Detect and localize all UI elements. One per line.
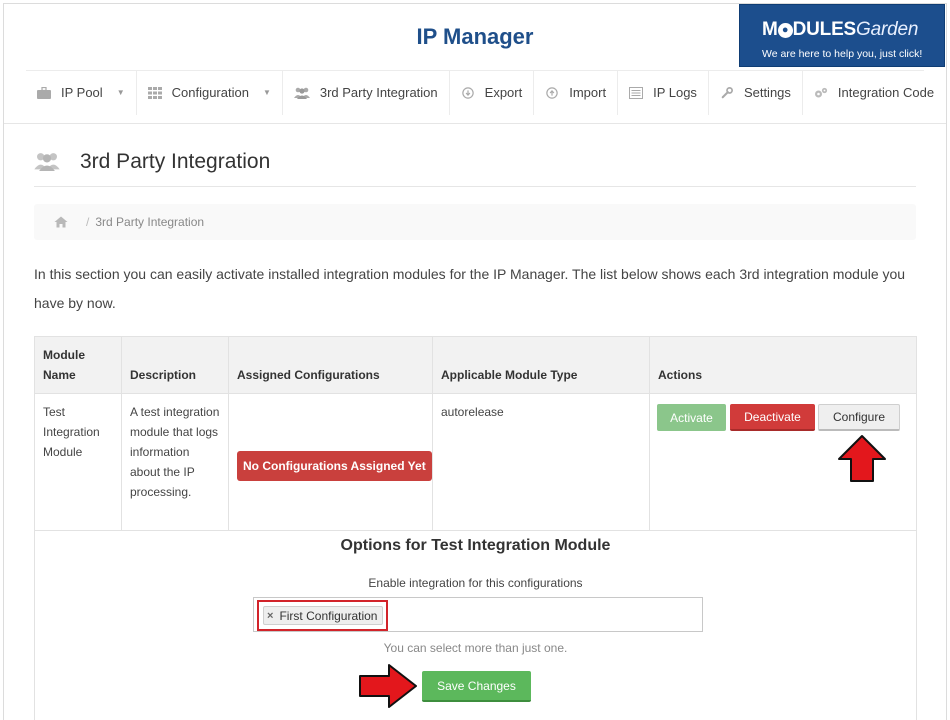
nav-item-export[interactable]: Export [450,70,535,115]
activate-button[interactable]: Activate [657,404,726,431]
nav-item-ip-pool[interactable]: IP Pool ▼ [26,70,137,115]
breadcrumb-separator: / [86,215,90,229]
logo-tagline: We are here to help you, just click! [762,48,923,60]
options-help-text: You can select more than just one. [383,641,568,655]
app-frame: IP Manager M ● DULESGarden We are here to … [3,3,947,720]
nav-item-ip-logs[interactable]: IP Logs [618,70,709,115]
logo-wordmark: M ● DULESGarden [762,19,918,41]
nav-item-configuration[interactable]: Configuration ▼ [137,70,283,115]
logo-word-garden: Garden [856,19,919,40]
module-name-cell: Test Integration Module [35,394,122,531]
logo-globe-icon: ● [777,23,793,38]
col-actions: Actions [658,368,703,382]
configurations-multiselect[interactable]: × First Configuration [253,597,703,632]
logo-word-dules: DULES [792,19,857,40]
integration-table: Module Name Description Assigned Configur… [34,336,917,720]
nav-label: Integration Code [837,85,935,100]
page-header: 3rd Party Integration [34,144,916,187]
nav-label: 3rd Party Integration [319,85,438,100]
col-module-name: Module Name [35,337,122,394]
nav-label: Import [569,85,607,100]
module-type-cell: autorelease [433,394,650,531]
table-header: Module Name Description Assigned Configur… [35,337,916,394]
nav-label: Configuration [171,85,249,100]
wrench-icon [721,86,733,98]
modulesgarden-logo[interactable]: M ● DULESGarden We are here to help you, j… [739,4,945,67]
save-changes-button[interactable]: Save Changes [422,671,531,702]
highlight-box: × First Configuration [257,600,388,631]
arrow-right-annotation-icon [359,664,417,708]
home-icon[interactable] [54,216,68,228]
chevron-down-icon: ▼ [116,88,125,97]
grid-icon [147,86,162,99]
col-applicable-module-type: Applicable Module Type [433,337,650,394]
nav-item-integration-code[interactable]: Integration Code [803,71,945,115]
arrow-up-annotation-icon [838,435,886,482]
export-icon [461,86,474,99]
header: IP Manager M ● DULESGarden We are here to … [4,4,946,124]
users-icon [34,153,60,171]
configure-button[interactable]: Configure [818,404,900,431]
options-panel: Options for Test Integration Module Enab… [35,532,916,720]
page-title: 3rd Party Integration [80,150,271,173]
options-field-label: Enable integration for this configuratio… [368,576,583,590]
breadcrumb: / 3rd Party Integration [34,204,916,240]
col-module-name-line2: Name [43,368,76,382]
breadcrumb-current: 3rd Party Integration [95,215,205,229]
logo-letter-m: M [762,19,778,40]
col-module-name-line1: Module [43,348,85,362]
col-description: Description [122,337,229,394]
nav-item-3rd-party-integration[interactable]: 3rd Party Integration [283,70,450,115]
description-cell: A test integration module that logs info… [122,394,229,531]
nav-label: IP Pool [61,85,103,100]
selected-configuration-tag[interactable]: × First Configuration [263,606,384,625]
remove-tag-icon[interactable]: × [267,610,273,622]
import-icon [546,86,558,99]
main-nav: IP Pool ▼ Configuration ▼ 3rd Party Inte… [26,70,934,115]
tag-label: First Configuration [279,608,378,623]
col-assigned-configurations: Assigned Configurations [229,337,433,394]
status-badge: No Configurations Assigned Yet [237,451,432,481]
nav-label: IP Logs [653,85,697,100]
users-icon [293,87,310,99]
intro-text: In this section you can easily activate … [34,266,906,311]
options-title: Options for Test Integration Module [340,537,611,554]
gears-icon [814,87,828,97]
nav-label: Settings [743,85,791,100]
assigned-cell: No Configurations Assigned Yet [229,394,433,531]
nav-item-settings[interactable]: Settings [709,70,803,115]
deactivate-button[interactable]: Deactivate [730,404,815,431]
briefcase-icon [37,86,51,99]
nav-item-import[interactable]: Import [534,70,619,115]
list-icon [629,86,644,99]
chevron-down-icon: ▼ [262,88,271,97]
table-row: Test Integration Module A test integrati… [35,394,916,531]
nav-label: Export [484,85,523,100]
